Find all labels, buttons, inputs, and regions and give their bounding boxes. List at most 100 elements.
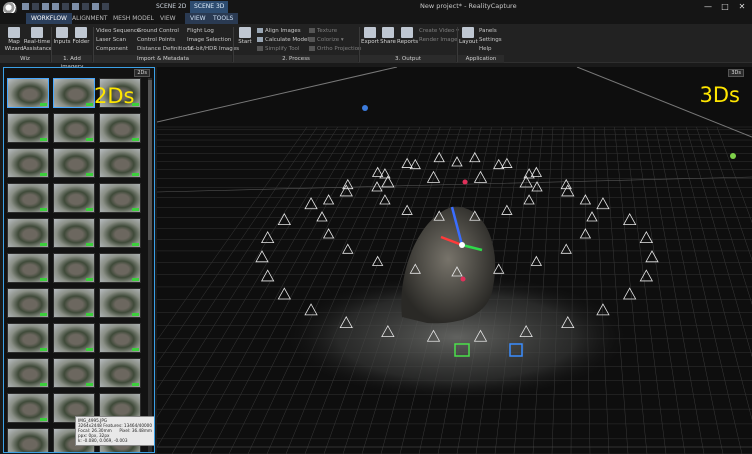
layout-icon[interactable] bbox=[22, 3, 29, 10]
image-thumbnail[interactable] bbox=[99, 358, 141, 388]
panels-button[interactable]: Panels bbox=[479, 28, 497, 35]
image-thumbnail[interactable] bbox=[53, 253, 95, 283]
layout-icon[interactable] bbox=[102, 3, 109, 10]
maximize-button[interactable]: □ bbox=[717, 1, 733, 12]
marker-red[interactable] bbox=[462, 179, 468, 185]
scene-3d-viewport[interactable]: 3Ds 3Ds bbox=[157, 67, 752, 454]
image-thumbnail[interactable] bbox=[7, 428, 49, 452]
panel-2d-scrollbar[interactable] bbox=[148, 78, 152, 452]
image-thumbnail[interactable] bbox=[53, 183, 95, 213]
laser-scan-button[interactable]: Laser Scan bbox=[96, 37, 126, 44]
tab-workflow[interactable]: WORKFLOW bbox=[26, 13, 72, 24]
image-thumbnail[interactable] bbox=[7, 218, 49, 248]
marker-blue[interactable] bbox=[362, 105, 368, 111]
tab-scene-3d[interactable]: SCENE 3D bbox=[190, 1, 229, 13]
image-thumbnail[interactable] bbox=[53, 78, 95, 108]
camera-frustum[interactable] bbox=[530, 255, 543, 266]
layout-icon[interactable] bbox=[82, 3, 89, 10]
create-video-button[interactable]: Create Video ▾ bbox=[419, 28, 459, 35]
camera-frustum[interactable] bbox=[622, 287, 637, 300]
image-thumbnail[interactable] bbox=[7, 113, 49, 143]
image-thumbnail[interactable] bbox=[7, 253, 49, 283]
camera-frustum[interactable] bbox=[645, 250, 659, 263]
start-button[interactable]: Start bbox=[236, 27, 254, 46]
component-button[interactable]: Component bbox=[96, 46, 128, 53]
image-thumbnail[interactable] bbox=[99, 148, 141, 178]
scene-3d-canvas[interactable] bbox=[157, 67, 752, 454]
camera-frustum[interactable] bbox=[260, 231, 275, 244]
image-thumbnail[interactable] bbox=[7, 148, 49, 178]
image-thumbnail[interactable] bbox=[7, 393, 49, 423]
image-thumbnail[interactable] bbox=[53, 113, 95, 143]
render-image-button[interactable]: Render Image bbox=[419, 37, 458, 44]
inputs-button[interactable]: Inputs bbox=[53, 27, 71, 46]
export-button[interactable]: Export bbox=[361, 27, 379, 46]
tab-alignment[interactable]: ALIGNMENT bbox=[67, 13, 112, 24]
tab-view-context[interactable]: VIEW bbox=[185, 13, 211, 24]
image-thumbnail[interactable] bbox=[99, 323, 141, 353]
layout-icon[interactable] bbox=[62, 3, 69, 10]
camera-frustum[interactable] bbox=[322, 194, 335, 205]
panel-2d-badge[interactable]: 2Ds bbox=[134, 69, 150, 77]
camera-frustum[interactable] bbox=[622, 212, 637, 226]
image-selection-button[interactable]: Image Selection bbox=[187, 37, 231, 44]
realtime-assistance-button[interactable]: Real-time Assistance bbox=[23, 27, 52, 53]
texture-button[interactable]: Texture bbox=[309, 28, 337, 35]
hdr-images-button[interactable]: 16-bit/HDR Images bbox=[187, 46, 239, 53]
layout-icon[interactable] bbox=[42, 3, 49, 10]
settings-button[interactable]: Settings bbox=[479, 37, 502, 44]
image-thumbnail[interactable] bbox=[99, 113, 141, 143]
marker-red[interactable] bbox=[460, 276, 466, 282]
camera-frustum[interactable] bbox=[426, 170, 441, 183]
minimize-button[interactable]: — bbox=[700, 1, 716, 12]
camera-frustum[interactable] bbox=[560, 243, 572, 254]
camera-frustum[interactable] bbox=[501, 157, 513, 168]
image-thumbnail[interactable] bbox=[7, 78, 49, 108]
scrollbar-thumb[interactable] bbox=[148, 80, 152, 240]
camera-frustum[interactable] bbox=[639, 269, 654, 282]
image-thumbnail[interactable] bbox=[53, 323, 95, 353]
marker-green[interactable] bbox=[730, 153, 736, 159]
close-button[interactable]: ✕ bbox=[734, 1, 750, 12]
control-points-button[interactable]: Control Points bbox=[137, 37, 175, 44]
image-thumbnail[interactable] bbox=[53, 358, 95, 388]
tab-mesh-model[interactable]: MESH MODEL bbox=[108, 13, 159, 24]
image-thumbnail[interactable] bbox=[99, 218, 141, 248]
flight-log-button[interactable]: Flight Log bbox=[187, 28, 214, 35]
camera-frustum[interactable] bbox=[433, 151, 445, 163]
ortho-projection-button[interactable]: Ortho Projection bbox=[309, 46, 362, 53]
layout-icon[interactable] bbox=[92, 3, 99, 10]
layout-icon[interactable] bbox=[52, 3, 59, 10]
camera-frustum[interactable] bbox=[639, 231, 654, 244]
layout-icon[interactable] bbox=[72, 3, 79, 10]
layout-button[interactable]: Layout bbox=[459, 27, 478, 46]
camera-frustum[interactable] bbox=[255, 250, 269, 263]
distance-definitions-button[interactable]: Distance Definitions bbox=[137, 46, 192, 53]
gizmo-center[interactable] bbox=[459, 242, 465, 248]
camera-frustum[interactable] bbox=[469, 151, 481, 163]
camera-frustum[interactable] bbox=[561, 184, 575, 197]
camera-frustum[interactable] bbox=[379, 194, 391, 205]
calculate-model-button[interactable]: Calculate Model ▾ bbox=[257, 37, 313, 44]
colorize-button[interactable]: Colorize ▾ bbox=[309, 37, 344, 44]
image-thumbnail[interactable] bbox=[99, 183, 141, 213]
video-sequence-button[interactable]: Video Sequence bbox=[96, 28, 140, 35]
simplify-tool-button[interactable]: Simplify Tool bbox=[257, 46, 299, 53]
camera-frustum[interactable] bbox=[523, 194, 535, 205]
align-images-button[interactable]: Align Images bbox=[257, 28, 301, 35]
image-thumbnail[interactable] bbox=[53, 148, 95, 178]
image-thumbnail[interactable] bbox=[7, 323, 49, 353]
camera-frustum[interactable] bbox=[260, 269, 275, 282]
camera-frustum[interactable] bbox=[322, 228, 335, 239]
help-button[interactable]: Help bbox=[479, 46, 492, 53]
folder-button[interactable]: Folder bbox=[72, 27, 90, 46]
image-thumbnail[interactable] bbox=[7, 288, 49, 318]
tab-tools[interactable]: TOOLS bbox=[208, 13, 239, 24]
image-thumbnail[interactable] bbox=[7, 358, 49, 388]
image-thumbnail[interactable] bbox=[53, 218, 95, 248]
camera-frustum[interactable] bbox=[316, 211, 328, 222]
view-3d-badge[interactable]: 3Ds bbox=[728, 69, 744, 77]
tab-scene-2d[interactable]: SCENE 2D bbox=[152, 1, 190, 13]
image-thumbnail[interactable] bbox=[7, 183, 49, 213]
image-thumbnail[interactable] bbox=[99, 288, 141, 318]
